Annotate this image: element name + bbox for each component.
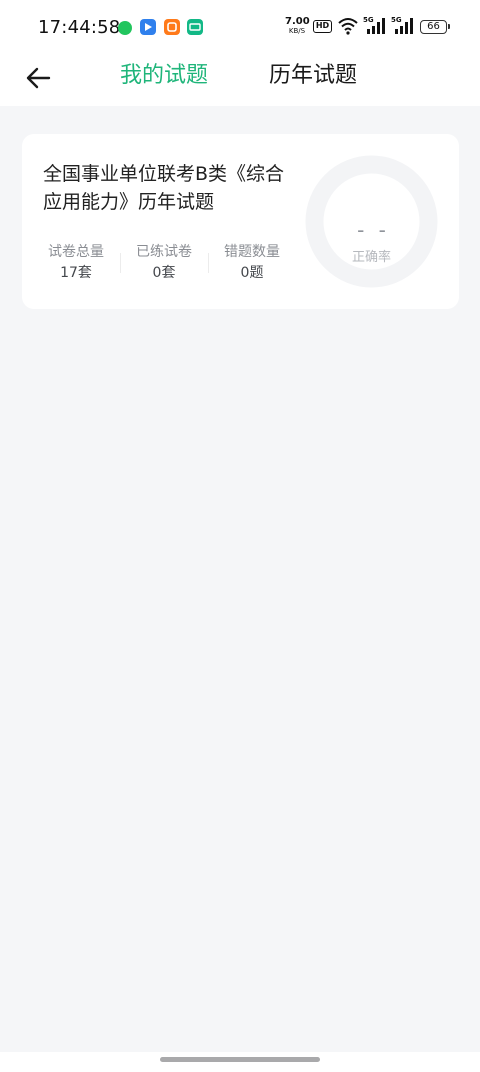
stat-practiced-papers: 已练试卷 0套 <box>120 243 208 285</box>
home-indicator[interactable] <box>160 1057 320 1062</box>
stat-value: 0题 <box>240 265 264 281</box>
paper-card[interactable]: 全国事业单位联考B类《综合应用能力》历年试题 试卷总量 17套 已练试卷 0套 … <box>22 134 459 309</box>
chat-app-icon <box>118 21 132 35</box>
paper-title: 全国事业单位联考B类《综合应用能力》历年试题 <box>43 163 285 213</box>
stat-label: 已练试卷 <box>136 244 192 260</box>
navigation-app-icon <box>140 19 156 35</box>
stat-value: 0套 <box>152 265 176 281</box>
status-bar: 17:44:58 7.00 KB/S HD 5G 5G 66 <box>0 0 480 54</box>
signal-icon: 5G <box>391 16 413 35</box>
stat-label: 试卷总量 <box>48 244 104 260</box>
header: 我的试题 历年试题 <box>0 54 480 106</box>
video-app-icon <box>164 19 180 35</box>
accuracy-label: 正确率 <box>351 250 391 265</box>
paper-stats: 试卷总量 17套 已练试卷 0套 错题数量 0题 <box>32 243 302 285</box>
stat-label: 错题数量 <box>224 244 280 260</box>
signal-icon: 5G <box>363 16 385 35</box>
bottom-bar <box>0 1052 480 1072</box>
hd-voice-icon: HD <box>313 20 332 33</box>
back-button[interactable] <box>18 58 58 98</box>
accuracy-ring: - - 正确率 <box>304 154 439 289</box>
tab-my-questions[interactable]: 我的试题 <box>120 60 208 92</box>
tab-past-papers[interactable]: 历年试题 <box>269 60 357 92</box>
stat-value: 17套 <box>60 265 92 281</box>
wifi-icon <box>338 17 358 35</box>
accuracy-value: - - <box>357 218 390 242</box>
back-arrow-icon <box>26 67 51 89</box>
status-time: 17:44:58 <box>38 17 121 38</box>
network-speed: 7.00 KB/S <box>285 16 310 36</box>
battery-icon: 66 <box>420 20 450 34</box>
ticket-app-icon <box>187 19 203 35</box>
stat-total-papers: 试卷总量 17套 <box>32 243 120 285</box>
stat-wrong-questions: 错题数量 0题 <box>208 243 296 285</box>
